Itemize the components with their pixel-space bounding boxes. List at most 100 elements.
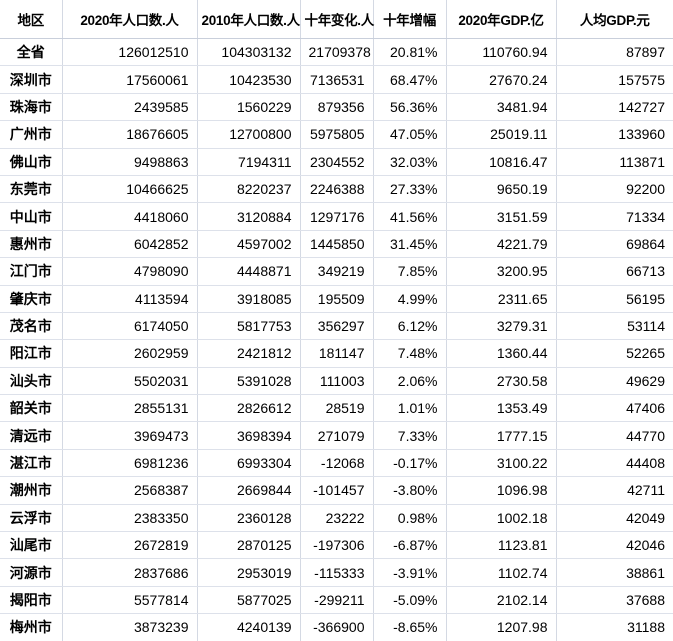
column-header-pop2020[interactable]: 2020年人口数.人 [62,0,198,39]
cell-change: 28519 [300,394,374,423]
table-row[interactable]: 河源市 2837686 2953019 -115333 -3.91% 1102.74 388… [0,558,673,587]
table-row[interactable]: 湛江市 6981236 6993304 -12068 -0.17% 3100.22 4440… [0,449,673,478]
cell-pop2010: 7194311 [197,148,301,176]
cell-gdp2020: 110760.94 [446,38,557,67]
cell-pop2010: 5877025 [197,586,301,615]
cell-growth: 56.36% [373,93,447,122]
cell-pergdp: 37688 [556,586,673,615]
cell-pop2010: 5817753 [197,312,301,341]
cell-pop2020: 6981236 [62,449,198,478]
cell-region: 珠海市 [0,93,63,122]
cell-gdp2020: 1102.74 [446,558,557,587]
cell-growth: 0.98% [373,504,447,533]
column-header-pergdp[interactable]: 人均GDP.元 [556,0,673,39]
cell-pergdp: 42711 [556,476,673,505]
cell-growth: 7.85% [373,257,447,286]
table-row[interactable]: 东莞市 10466625 8220237 2246388 27.33% 9650.19 92… [0,175,673,204]
cell-pergdp: 42046 [556,531,673,560]
cell-gdp2020: 1353.49 [446,394,557,423]
cell-pop2020: 6174050 [62,312,198,341]
cell-growth: 4.99% [373,285,447,313]
table-row[interactable]: 惠州市 6042852 4597002 1445850 31.45% 4221.79 698… [0,230,673,259]
column-header-pop2010[interactable]: 2010年人口数.人 [197,0,301,39]
cell-region: 深圳市 [0,65,63,94]
cell-pop2020: 18676605 [62,120,198,149]
table-body: 全省 126012510 104303132 21709378 20.81% 110760… [0,38,673,641]
table-header-row: 地区 2020年人口数.人 2010年人口数.人 十年变化.人 十年增幅 2020年GDP… [0,0,673,39]
table-row[interactable]: 揭阳市 5577814 5877025 -299211 -5.09% 2102.14 376… [0,586,673,615]
cell-pop2010: 2870125 [197,531,301,560]
cell-change: 5975805 [300,120,374,149]
cell-region: 东莞市 [0,175,63,204]
cell-region: 汕头市 [0,367,63,396]
cell-change: 2304552 [300,148,374,176]
cell-pergdp: 157575 [556,65,673,94]
cell-pergdp: 38861 [556,558,673,587]
cell-pop2020: 4113594 [62,285,198,313]
table-row[interactable]: 梅州市 3873239 4240139 -366900 -8.65% 1207.98 311… [0,613,673,641]
cell-region: 茂名市 [0,312,63,341]
cell-growth: -5.09% [373,586,447,615]
cell-gdp2020: 2730.58 [446,367,557,396]
table-row[interactable]: 中山市 4418060 3120884 1297176 41.56% 3151.59 713… [0,202,673,231]
table-row[interactable]: 阳江市 2602959 2421812 181147 7.48% 1360.44 52265 [0,339,673,368]
table-row[interactable]: 佛山市 9498863 7194311 2304552 32.03% 10816.47 11… [0,148,673,176]
cell-pop2010: 3918085 [197,285,301,313]
cell-region: 广州市 [0,120,63,149]
cell-gdp2020: 1123.81 [446,531,557,560]
table-header: 地区 2020年人口数.人 2010年人口数.人 十年变化.人 十年增幅 2020年GDP… [0,0,673,39]
table-row[interactable]: 汕尾市 2672819 2870125 -197306 -6.87% 1123.81 420… [0,531,673,560]
cell-change: 356297 [300,312,374,341]
cell-region: 韶关市 [0,394,63,423]
cell-region: 揭阳市 [0,586,63,615]
cell-change: 7136531 [300,65,374,94]
table-row[interactable]: 江门市 4798090 4448871 349219 7.85% 3200.95 66713 [0,257,673,286]
table-row[interactable]: 肇庆市 4113594 3918085 195509 4.99% 2311.65 56195 [0,285,673,313]
cell-pergdp: 133960 [556,120,673,149]
cell-pergdp: 31188 [627,619,665,636]
table-row[interactable]: 潮州市 2568387 2669844 -101457 -3.80% 1096.98 427… [0,476,673,505]
column-header-growth[interactable]: 十年增幅 [373,0,447,39]
cell-pop2020: 3969473 [62,421,198,450]
table-row[interactable]: 深圳市 17560061 10423530 7136531 68.47% 27670.24… [0,65,673,94]
cell-region: 肇庆市 [0,285,63,313]
table-row[interactable]: 汕头市 5502031 5391028 111003 2.06% 2730.58 49629 [0,367,673,396]
column-header-change[interactable]: 十年变化.人 [300,0,374,39]
cell-pergdp: 44408 [556,449,673,478]
cell-growth: 2.06% [373,367,447,396]
cell-gdp2020: 9650.19 [446,175,557,204]
table-row[interactable]: 广州市 18676605 12700800 5975805 47.05% 25019.11… [0,120,673,149]
cell-change: 111003 [300,367,374,396]
cell-pergdp: 113871 [556,148,673,176]
cell-pop2010: 3698394 [197,421,301,450]
cell-change: 181147 [300,339,374,368]
cell-change: 1297176 [300,202,374,231]
cell-change: 2246388 [300,175,374,204]
cell-pergdp: 142727 [556,93,673,122]
table-row[interactable]: 清远市 3969473 3698394 271079 7.33% 1777.15 44770 [0,421,673,450]
cell-pop2020: 3873239 [62,613,198,641]
cell-pop2010: 1560229 [197,93,301,122]
cell-pop2010: 4448871 [197,257,301,286]
table-row[interactable]: 韶关市 2855131 2826612 28519 1.01% 1353.49 47406 [0,394,673,423]
cell-pop2020: 6042852 [62,230,198,259]
table-row[interactable]: 全省 126012510 104303132 21709378 20.81% 110760… [0,38,673,67]
cell-change: 349219 [300,257,374,286]
table-row[interactable]: 茂名市 6174050 5817753 356297 6.12% 3279.31 53114 [0,312,673,341]
cell-change: -12068 [300,449,374,478]
cell-change: 1445850 [300,230,374,259]
cell-pergdp: 49629 [556,367,673,396]
table-row[interactable]: 珠海市 2439585 1560229 879356 56.36% 3481.94 1427… [0,93,673,122]
cell-growth: 27.33% [373,175,447,204]
cell-pop2020: 126012510 [62,38,198,67]
column-header-region[interactable]: 地区 [0,0,63,39]
cell-growth: -8.65% [373,613,447,641]
column-header-gdp2020[interactable]: 2020年GDP.亿 [446,0,557,39]
cell-gdp2020: 3200.95 [446,257,557,286]
table-row[interactable]: 云浮市 2383350 2360128 23222 0.98% 1002.18 42049 [0,504,673,533]
cell-growth: -0.17% [373,449,447,478]
cell-region: 江门市 [0,257,63,286]
cell-growth: 41.56% [373,202,447,231]
cell-growth: 31.45% [373,230,447,259]
cell-gdp2020: 4221.79 [446,230,557,259]
